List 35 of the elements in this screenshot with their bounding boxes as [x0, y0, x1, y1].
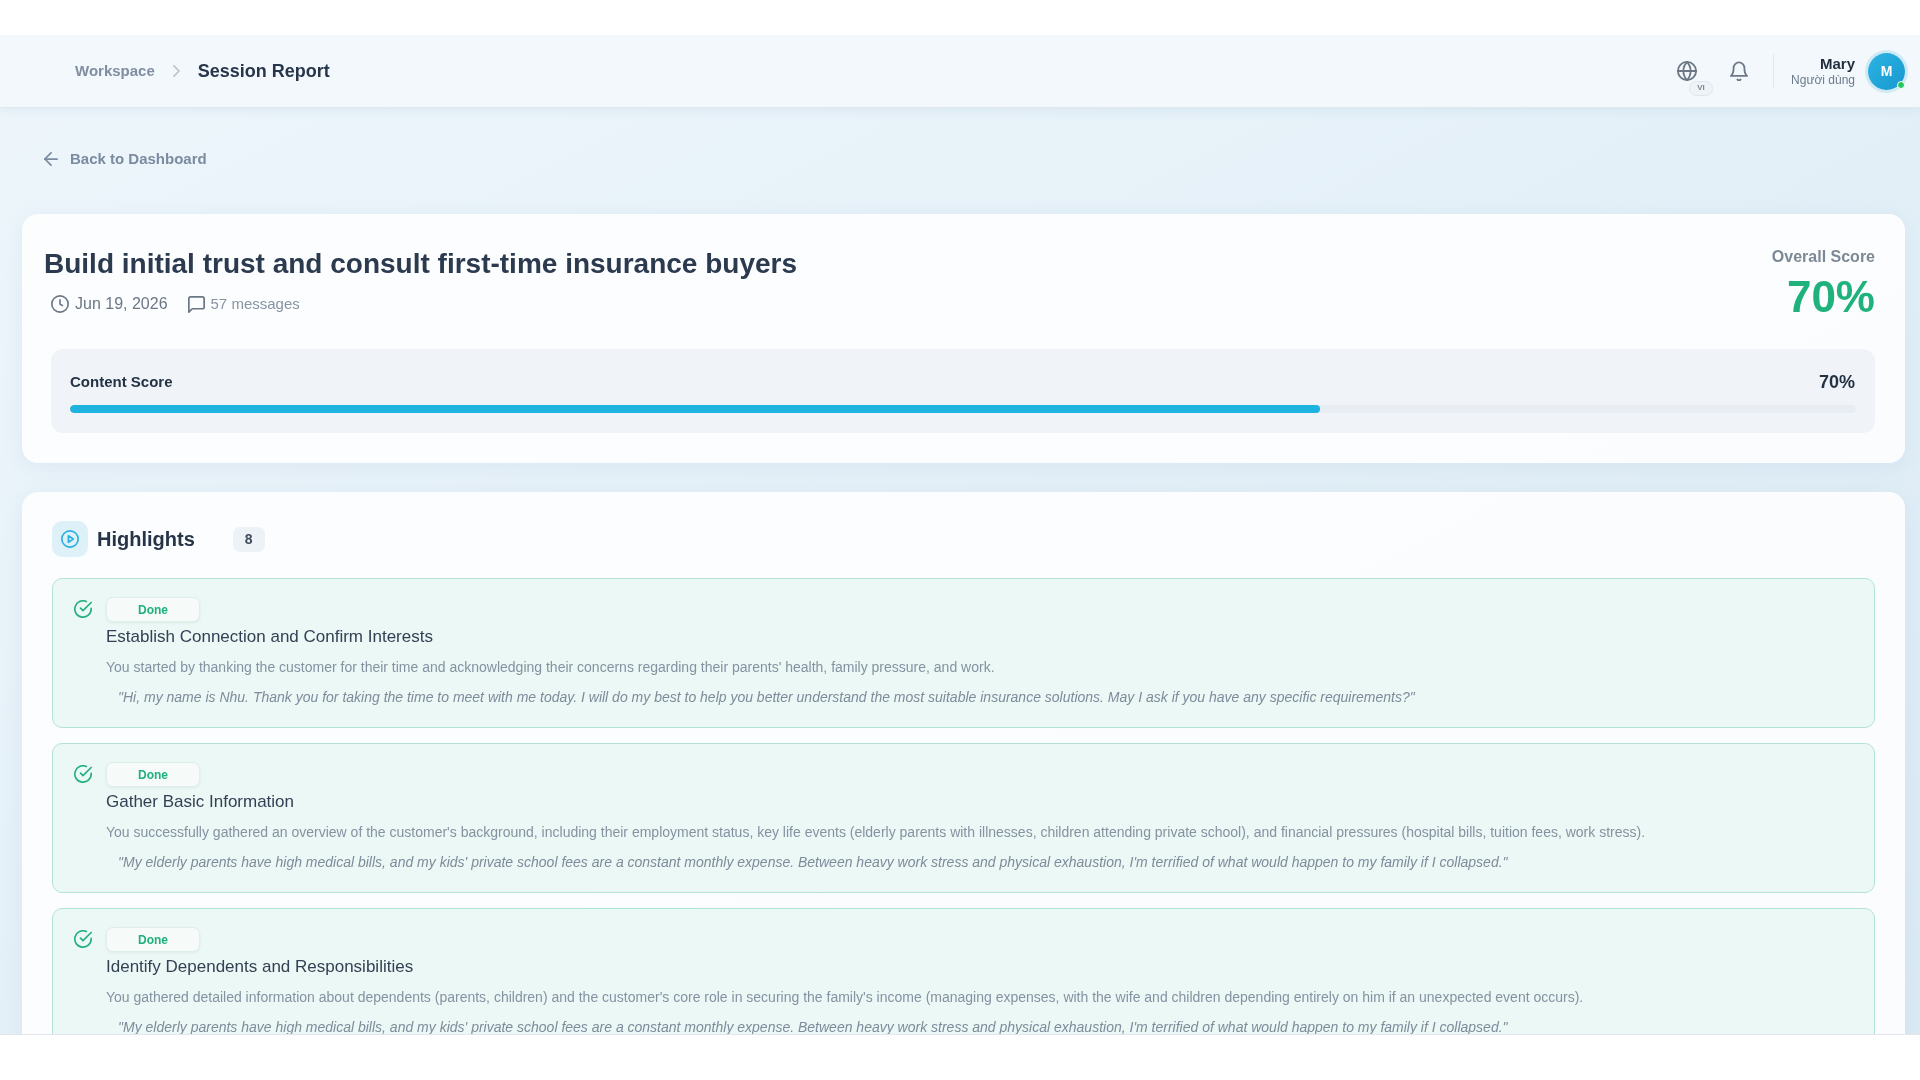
- user-name: Mary: [1819, 54, 1855, 73]
- language-button[interactable]: VI: [1677, 60, 1714, 96]
- user-role: Người dùng: [1791, 72, 1855, 88]
- highlight-title: Gather Basic Information: [106, 791, 295, 813]
- highlight-description: You successfully gathered an overview of the customer's background, including their employment status, key life events (elderly parents with illnesses, children attending private school), and financial pressures (hospital bills, tuition fees, work stress).: [106, 823, 1646, 842]
- session-title: Build initial trust and consult first-time insurance buyers: [44, 247, 797, 281]
- bell-icon: [1730, 61, 1749, 81]
- overall-score-label: Overall Score: [1771, 247, 1875, 267]
- highlight-quote: "My elderly parents have high medical bills, and my kids' private school fees are a constant monthly expense. Between heavy work stress and physical exhaustion, I'm terrified of what would happen to my family if I collapsed.": [117, 853, 1508, 872]
- highlight-quote: "Hi, my name is Nhu. Thank you for taking the time to meet with me today. I will do my best to help you better understand the most suitable insurance solutions. May I ask if you have any specific requirements?": [117, 688, 1415, 707]
- message-count: 57 messages: [210, 294, 300, 314]
- count-badge: 8: [232, 526, 265, 552]
- status-badge: Done: [106, 762, 200, 787]
- globe-icon: [1677, 60, 1698, 81]
- overall-score-value: 70%: [1786, 273, 1875, 321]
- highlight-description: You gathered detailed information about dependents (parents, children) and the customer's core role in securing the family's income (managing expenses, with the wife and children depending entirely on him if an unexpected event occurs).: [106, 988, 1584, 1007]
- highlight-quote: "My elderly parents have high medical bills, and my kids' private school fees are a constant monthly expense. Between heavy work stress and physical exhaustion, I'm terrified of what would happen to my family if I collapsed.": [117, 1018, 1508, 1034]
- back-link[interactable]: Back to Dashboard: [44, 149, 207, 169]
- session-date: Jun 19, 2026: [75, 294, 168, 314]
- notifications-button[interactable]: [1730, 61, 1749, 81]
- status-badge: Done: [106, 597, 200, 622]
- arrow-left-icon: [44, 152, 58, 166]
- chat-icon: [187, 295, 205, 313]
- chevron-icon: [172, 65, 180, 77]
- content-score-value: 70%: [1818, 371, 1855, 393]
- highlight-description: You started by thanking the customer for their time and acknowledging their concerns regarding their parents' health, family pressure, and work.: [106, 658, 995, 677]
- clock-icon: [51, 295, 69, 313]
- breadcrumb-current: Session Report: [197, 60, 330, 83]
- highlights-title: Highlights: [97, 527, 195, 552]
- content-score-label: Content Score: [70, 372, 173, 392]
- highlight-title: Establish Connection and Confirm Interests: [106, 626, 433, 648]
- status-badge: Done: [106, 927, 200, 952]
- highlight-title: Identify Dependents and Responsibilities: [106, 956, 414, 978]
- user-avatar[interactable]: M: [1868, 52, 1905, 90]
- breadcrumb-link[interactable]: Workspace: [75, 61, 155, 81]
